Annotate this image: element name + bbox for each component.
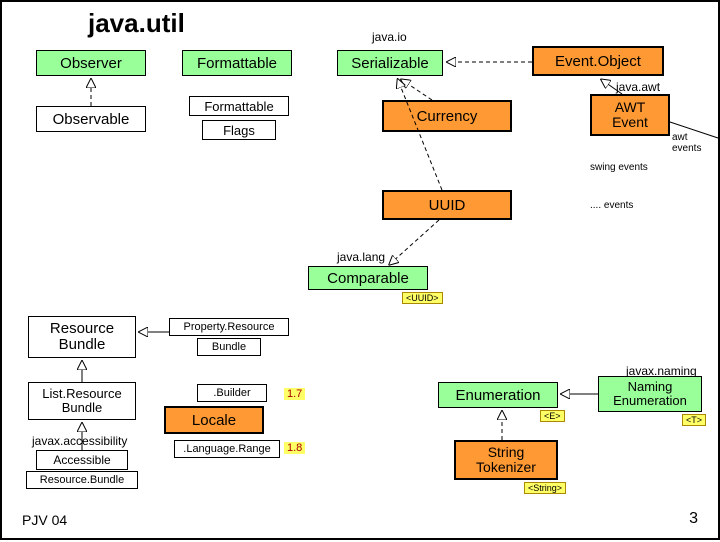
- label-awt-events: awt events: [672, 132, 718, 154]
- node-builder: .Builder: [197, 384, 267, 402]
- node-accessible: Accessible: [36, 450, 128, 470]
- node-comparable: Comparable: [308, 266, 428, 290]
- node-language-range: .Language.Range: [174, 440, 280, 458]
- node-serializable: Serializable: [337, 50, 443, 76]
- version-17: 1.7: [284, 388, 305, 400]
- tag-t: <T>: [682, 414, 706, 426]
- node-awt-event: AWT Event: [590, 94, 670, 136]
- node-property-resource: Property.Resource: [169, 318, 289, 336]
- node-event-object: Event.Object: [532, 46, 664, 76]
- tag-uuid: <UUID>: [402, 292, 443, 304]
- node-uuid: UUID: [382, 190, 512, 220]
- label-swing-events: swing events: [590, 162, 648, 173]
- node-list-resource-bundle: List.Resource Bundle: [28, 382, 136, 420]
- tag-e: <E>: [540, 410, 565, 422]
- version-18: 1.8: [284, 442, 305, 454]
- node-formattable: Formattable: [182, 50, 292, 76]
- node-observer: Observer: [36, 50, 146, 76]
- pkg-java-io: java.io: [372, 30, 407, 44]
- node-naming-enumeration: Naming Enumeration: [598, 376, 702, 412]
- node-formattable2: Formattable: [189, 96, 289, 116]
- tag-string: <String>: [524, 482, 566, 494]
- pkg-javax-accessibility: javax.accessibility: [32, 434, 127, 448]
- slide: java.util java.io java.awt java.lang jav…: [0, 0, 720, 540]
- node-enumeration: Enumeration: [438, 382, 558, 408]
- footer-right: 3: [689, 510, 698, 528]
- pkg-java-awt: java.awt: [616, 80, 660, 94]
- node-resource-bundle: Resource Bundle: [28, 316, 136, 358]
- label-dot-events: .... events: [590, 200, 633, 211]
- node-string-tokenizer: String Tokenizer: [454, 440, 558, 480]
- page-title: java.util: [88, 8, 185, 39]
- node-resource-bundle2: Resource.Bundle: [26, 471, 138, 489]
- node-observable: Observable: [36, 106, 146, 132]
- node-bundle: Bundle: [197, 338, 261, 356]
- node-currency: Currency: [382, 100, 512, 132]
- footer-left: PJV 04: [22, 512, 67, 528]
- node-flags: Flags: [202, 120, 276, 140]
- pkg-java-lang: java.lang: [337, 250, 385, 264]
- node-locale: Locale: [164, 406, 264, 434]
